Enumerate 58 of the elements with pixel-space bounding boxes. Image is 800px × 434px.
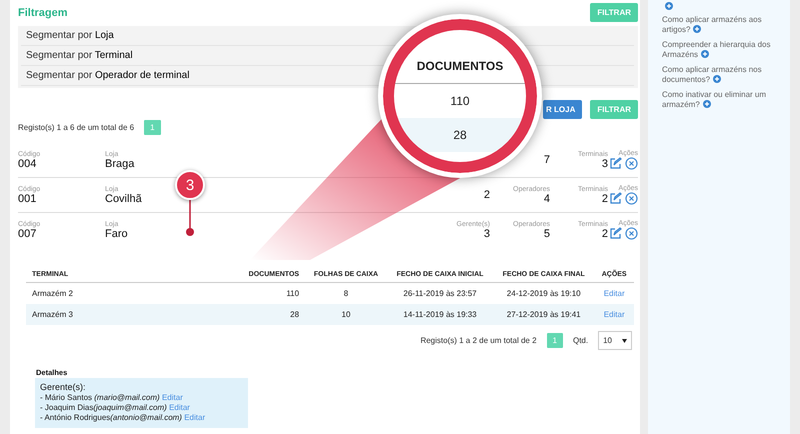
operator-count: 4 xyxy=(544,192,550,204)
quantity-select[interactable]: 10 xyxy=(598,331,632,350)
manager-line: - António Rodrigues(antonio@mail.com) Editar xyxy=(40,413,206,422)
caret-icon xyxy=(622,338,627,342)
close-icon[interactable] xyxy=(625,157,638,170)
terminal-count: 2 xyxy=(602,192,608,204)
table-cell: 26-11-2019 às 23:57 xyxy=(386,282,494,304)
terminal-count: 3 xyxy=(602,158,608,170)
table-cell: 14-11-2019 às 19:33 xyxy=(386,304,494,325)
section-title: Filtragem xyxy=(18,6,68,18)
store-name: Braga xyxy=(105,158,134,170)
close-icon[interactable] xyxy=(625,192,638,205)
table-cell: 28 xyxy=(238,304,306,325)
record-summary: Registo(s) 1 a 2 de um total de 2 xyxy=(420,336,537,345)
help-link[interactable]: Como aplicar armazéns aos artigos? xyxy=(662,15,790,35)
operator-count: 5 xyxy=(544,228,550,240)
edit-icon[interactable] xyxy=(609,227,622,240)
store-name: Covilhã xyxy=(105,192,142,204)
managers-heading: Gerente(s): xyxy=(40,382,87,392)
plus-icon[interactable] xyxy=(693,25,702,33)
manager-line: - Joaquim Dias(joaquim@mail.com) Editar xyxy=(40,403,191,412)
store-code: 001 xyxy=(18,192,36,204)
table-cell: 27-12-2019 às 19:41 xyxy=(493,304,594,325)
quantity-label: Qtd. xyxy=(572,336,588,345)
action-button[interactable]: R LOJA xyxy=(543,100,582,119)
help-link[interactable]: Como inativar ou eliminar um armazém? xyxy=(662,90,790,110)
manager-count: 3 xyxy=(484,228,490,240)
table-cell: 10 xyxy=(305,304,387,325)
store-code: 007 xyxy=(18,228,36,240)
store-code: 004 xyxy=(18,158,36,170)
table-cell: Armazém 2 xyxy=(26,282,238,304)
operator-count: 7 xyxy=(544,154,550,166)
record-summary: Registo(s) 1 a 6 de um total de 6 xyxy=(18,123,134,132)
filter-button[interactable]: FILTRAR xyxy=(590,3,638,22)
plus-icon[interactable] xyxy=(665,2,673,10)
table-cell: 24-12-2019 às 19:10 xyxy=(493,282,594,304)
action-button[interactable]: FILTRAR xyxy=(590,100,638,119)
terminal-count: 2 xyxy=(602,228,608,240)
edit-link[interactable]: Editar xyxy=(169,403,190,412)
manager-count: 2 xyxy=(484,189,490,201)
close-icon[interactable] xyxy=(625,227,638,240)
store-name: Faro xyxy=(105,228,128,240)
plus-icon[interactable] xyxy=(702,100,711,108)
edit-link[interactable]: Editar xyxy=(604,289,625,298)
table-cell: 8 xyxy=(305,282,387,304)
edit-link[interactable]: Editar xyxy=(162,393,183,402)
help-link[interactable]: Compreender a hierarquia dos Armazéns xyxy=(662,40,790,60)
manager-line: - Mário Santos (mario@mail.com) Editar xyxy=(40,393,184,402)
leader-line xyxy=(186,197,194,237)
table-cell: Armazém 3 xyxy=(26,304,238,325)
edit-link[interactable]: Editar xyxy=(604,310,625,319)
help-link[interactable]: Como aplicar armazéns nos documentos? xyxy=(662,65,790,85)
edit-link[interactable]: Editar xyxy=(184,413,206,422)
edit-icon[interactable] xyxy=(609,157,622,170)
table-cell: 110 xyxy=(238,282,306,304)
plus-icon[interactable] xyxy=(701,50,710,58)
edit-icon[interactable] xyxy=(609,192,622,205)
plus-icon[interactable] xyxy=(713,75,722,83)
